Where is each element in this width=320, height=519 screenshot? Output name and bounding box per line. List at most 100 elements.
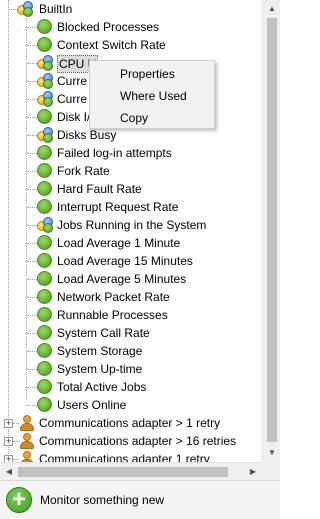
add-monitor-icon[interactable]: + xyxy=(6,487,32,513)
tree-connector-line xyxy=(27,225,37,226)
tree-connector-line xyxy=(27,45,37,46)
tree-node-label[interactable]: Interrupt Request Rate xyxy=(57,198,178,216)
tree-connector-line xyxy=(27,333,37,334)
tree-node[interactable]: + Communications adapter > 16 retries xyxy=(0,432,262,450)
green-status-icon xyxy=(37,271,52,286)
monitor-something-new-label[interactable]: Monitor something new xyxy=(40,492,164,508)
tree-connector-line xyxy=(27,315,37,316)
tree-node-label[interactable]: Blocked Processes xyxy=(57,18,159,36)
vertical-scroll-thumb[interactable] xyxy=(267,18,277,442)
tree-node-label[interactable]: Curre xyxy=(57,72,87,90)
expand-icon[interactable]: + xyxy=(4,419,13,428)
tree-connector-line xyxy=(27,189,37,190)
tree-node-label[interactable]: Jobs Running in the System xyxy=(57,216,206,234)
mixed-status-icon xyxy=(17,1,33,17)
green-status-icon xyxy=(37,181,52,196)
scroll-left-arrow[interactable]: ◀ xyxy=(0,463,18,481)
tree-node[interactable]: Total Active Jobs xyxy=(0,378,262,396)
scroll-down-arrow[interactable]: ▼ xyxy=(263,444,281,462)
tree-node[interactable]: Network Packet Rate xyxy=(0,288,262,306)
tree-node-label[interactable]: Disk I/ xyxy=(57,108,90,126)
tree-connector-line xyxy=(27,243,37,244)
tree-node-label[interactable]: Load Average 5 Minutes xyxy=(57,270,186,288)
tree-node[interactable]: Load Average 1 Minute xyxy=(0,234,262,252)
tree-node-label[interactable]: Load Average 1 Minute xyxy=(57,234,180,252)
tree-node[interactable]: Hard Fault Rate xyxy=(0,180,262,198)
mixed-status-icon xyxy=(37,73,53,89)
menu-item-where-used[interactable]: Where Used xyxy=(90,85,214,107)
expand-icon[interactable]: + xyxy=(4,437,13,446)
tree-node[interactable]: Users Online xyxy=(0,396,262,414)
green-status-icon xyxy=(37,325,52,340)
tree-node-builtin[interactable]: BuiltIn xyxy=(0,0,262,18)
green-status-icon xyxy=(37,307,52,322)
tree-connector-line xyxy=(27,279,37,280)
tree-connector-line xyxy=(27,171,37,172)
tree-node[interactable]: + Communications adapter > 1 retry xyxy=(0,414,262,432)
tree-node-label[interactable]: Failed log-in attempts xyxy=(57,144,172,162)
green-status-icon xyxy=(37,343,52,358)
tree-node-label[interactable]: Hard Fault Rate xyxy=(57,180,142,198)
expand-glyph: + xyxy=(5,436,12,446)
tree-connector-line xyxy=(27,117,37,118)
tree-connector-line xyxy=(27,207,37,208)
tree-connector-line xyxy=(27,63,37,64)
green-status-icon xyxy=(37,379,52,394)
green-status-icon xyxy=(37,145,52,160)
green-status-icon xyxy=(37,235,52,250)
tree-node-label[interactable]: Fork Rate xyxy=(57,162,110,180)
tree-connector-line xyxy=(27,81,37,82)
green-status-icon xyxy=(37,397,52,412)
tree-node[interactable]: + Communications adapter 1 retry xyxy=(0,450,262,462)
tree-node-label[interactable]: Context Switch Rate xyxy=(57,36,166,54)
tree-node[interactable]: Failed log-in attempts xyxy=(0,144,262,162)
horizontal-scrollbar[interactable]: ◀ ▶ xyxy=(0,462,262,480)
tree-node-label[interactable]: Runnable Processes xyxy=(57,306,168,324)
tree-node-label[interactable]: System Call Rate xyxy=(57,324,150,342)
tree-connector-line xyxy=(27,135,37,136)
tree-node-label[interactable]: Load Average 15 Minutes xyxy=(57,252,193,270)
menu-item-copy[interactable]: Copy xyxy=(90,107,214,129)
scroll-up-arrow[interactable]: ▲ xyxy=(263,0,281,18)
tree-connector-line xyxy=(27,405,37,406)
menu-item-properties[interactable]: Properties xyxy=(90,63,214,85)
tree-node[interactable]: Fork Rate xyxy=(0,162,262,180)
tree-node[interactable]: System Up-time xyxy=(0,360,262,378)
expand-icon[interactable]: + xyxy=(4,455,13,462)
tree-node-label[interactable]: Users Online xyxy=(57,396,126,414)
monitor-something-new-bar[interactable]: + Monitor something new xyxy=(0,480,280,519)
green-status-icon xyxy=(37,253,52,268)
vertical-scrollbar[interactable]: ▲ ▼ xyxy=(262,0,280,462)
tree-node[interactable]: System Call Rate xyxy=(0,324,262,342)
tree-node-label[interactable]: Communications adapter 1 retry xyxy=(39,450,210,462)
tree-node-label[interactable]: System Storage xyxy=(57,342,142,360)
mixed-status-icon xyxy=(37,217,53,233)
tree-node[interactable]: System Storage xyxy=(0,342,262,360)
tree-node-label[interactable]: Communications adapter > 1 retry xyxy=(39,414,220,432)
horizontal-scroll-thumb[interactable] xyxy=(18,467,228,477)
tree-node-label[interactable]: BuiltIn xyxy=(39,0,72,18)
tree-node[interactable]: Interrupt Request Rate xyxy=(0,198,262,216)
scroll-right-arrow[interactable]: ▶ xyxy=(244,463,262,481)
person-icon xyxy=(19,451,34,462)
tree-node[interactable]: Load Average 15 Minutes xyxy=(0,252,262,270)
tree-node[interactable]: Jobs Running in the System xyxy=(0,216,262,234)
mixed-status-icon xyxy=(37,55,53,71)
tree-node[interactable]: Blocked Processes xyxy=(0,18,262,36)
tree-connector-line xyxy=(27,297,37,298)
tree-node[interactable]: Context Switch Rate xyxy=(0,36,262,54)
tree-node-label[interactable]: Curre xyxy=(57,90,87,108)
tree-node[interactable]: Load Average 5 Minutes xyxy=(0,270,262,288)
tree-node-label[interactable]: Network Packet Rate xyxy=(57,288,170,306)
green-status-icon xyxy=(37,163,52,178)
tree-connector-line xyxy=(27,99,37,100)
tree-node-label[interactable]: Communications adapter > 16 retries xyxy=(39,432,236,450)
green-status-icon xyxy=(37,109,52,124)
tree-node[interactable]: Runnable Processes xyxy=(0,306,262,324)
person-icon xyxy=(19,433,34,449)
green-status-icon xyxy=(37,37,52,52)
tree-connector-line xyxy=(27,351,37,352)
person-icon xyxy=(19,415,34,431)
tree-node-label[interactable]: System Up-time xyxy=(57,360,142,378)
tree-node-label[interactable]: Total Active Jobs xyxy=(57,378,146,396)
